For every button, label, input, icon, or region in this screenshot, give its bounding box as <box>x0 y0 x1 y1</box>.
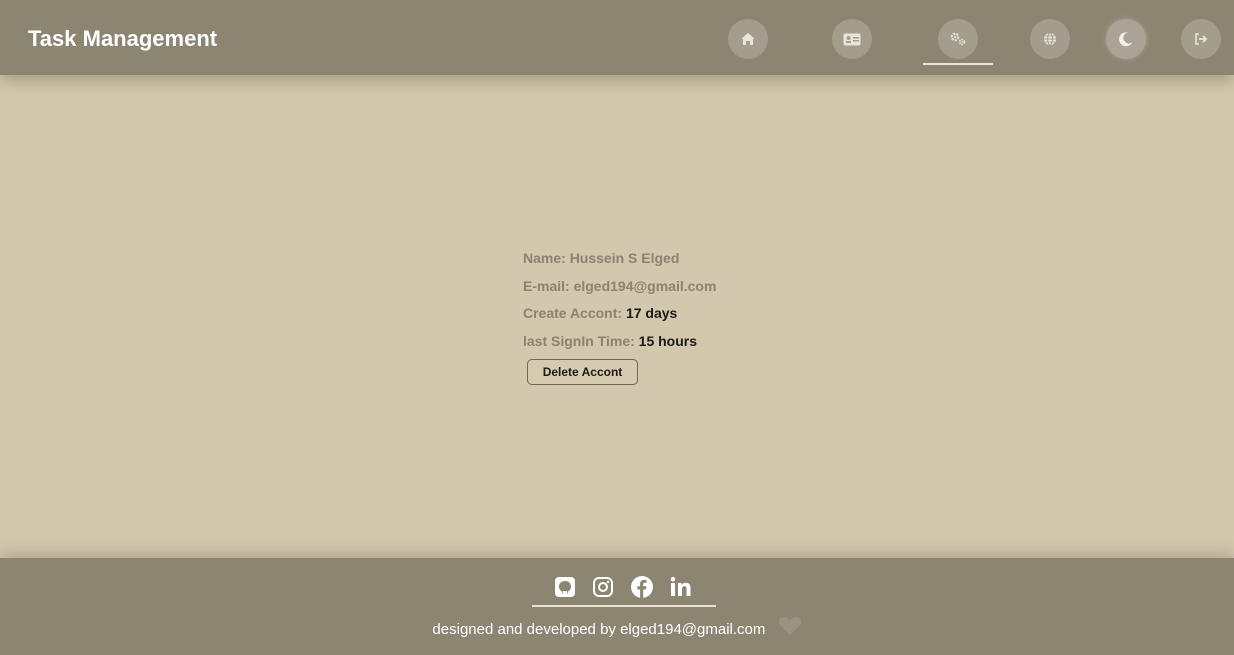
instagram-link[interactable] <box>590 576 616 602</box>
profile-page: Name: Hussein S Elged E-mail: elged194@g… <box>0 75 1234 558</box>
created-row: Create Accont: 17 days <box>523 304 716 332</box>
credit-line: designed and developed by elged194@gmail… <box>0 616 1234 642</box>
signin-label: last SignIn Time: <box>523 332 639 349</box>
nav-settings-button[interactable] <box>923 19 993 65</box>
nav-home-button[interactable] <box>728 19 768 59</box>
heart-icon <box>778 616 802 640</box>
social-links <box>532 574 716 607</box>
moon-icon <box>1118 31 1134 47</box>
globe-icon <box>1043 32 1057 46</box>
id-card-icon <box>843 33 861 46</box>
app-title[interactable]: Task Management <box>28 26 217 52</box>
name-row: Name: Hussein S Elged <box>523 249 716 277</box>
email-label: E-mail: <box>523 277 574 294</box>
github-icon <box>554 576 576 603</box>
nav-theme-button[interactable] <box>1106 19 1146 59</box>
nav-language-button[interactable] <box>1030 19 1070 59</box>
credit-text: designed and developed by elged194@gmail… <box>432 620 766 638</box>
facebook-link[interactable] <box>629 575 655 604</box>
account-info: Name: Hussein S Elged E-mail: elged194@g… <box>523 249 716 359</box>
nav-logout-button[interactable] <box>1181 19 1221 59</box>
home-icon <box>740 32 756 46</box>
created-value: 17 days <box>625 305 678 321</box>
linkedin-link[interactable] <box>668 576 694 602</box>
footer: designed and developed by elged194@gmail… <box>0 558 1234 655</box>
email-row: E-mail: elged194@gmail.com <box>523 277 716 305</box>
top-navbar: Task Management <box>0 0 1234 75</box>
instagram-icon <box>592 576 614 603</box>
email-value: elged194@gmail.com <box>573 277 717 294</box>
created-label: Create Accont: <box>523 305 626 321</box>
gears-icon <box>949 32 967 46</box>
delete-account-button[interactable]: Delete Accont <box>527 359 638 385</box>
name-value: Hussein S Elged <box>569 250 680 266</box>
linkedin-icon <box>669 576 693 603</box>
github-link[interactable] <box>552 576 578 602</box>
sign-out-icon <box>1194 33 1208 45</box>
signin-value: 15 hours <box>638 332 698 349</box>
name-label: Name: <box>523 250 570 266</box>
facebook-icon <box>630 575 654 604</box>
nav-profile-button[interactable] <box>832 19 872 59</box>
signin-row: last SignIn Time: 15 hours <box>523 332 716 360</box>
